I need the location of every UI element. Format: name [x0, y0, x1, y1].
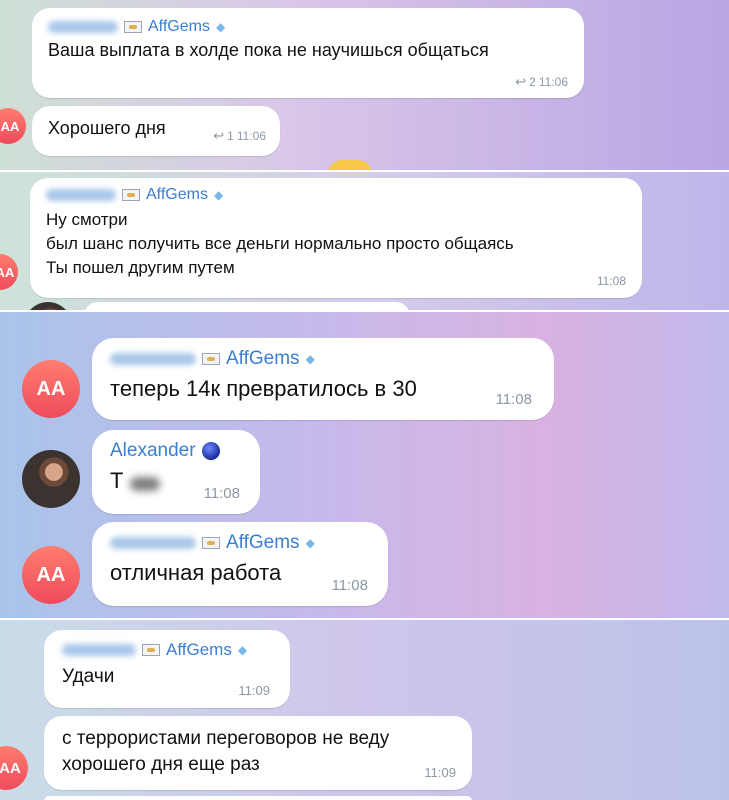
message-sender[interactable]: AffGems ◆: [46, 186, 626, 204]
message-time: 11:06: [538, 75, 568, 89]
flag-icon: [122, 189, 140, 201]
message-sender[interactable]: AffGems ◆: [48, 18, 568, 36]
message-meta: 11:08: [597, 274, 626, 288]
message-bubble[interactable]: AffGems ◆ отличная работа 11:08: [92, 522, 388, 606]
channel-tag: AffGems: [226, 532, 300, 553]
message-sender[interactable]: AffGems ◆: [110, 348, 536, 370]
sender-name-blurred: [46, 189, 116, 201]
avatar[interactable]: AA: [0, 254, 18, 290]
reply-icon: ↩: [515, 74, 527, 89]
diamond-icon: ◆: [305, 352, 315, 366]
flag-icon: [124, 21, 142, 33]
channel-tag: AffGems: [146, 186, 208, 203]
chat-screenshot-2: AA AffGems ◆ Ну смотри был шанс получить…: [0, 172, 729, 312]
message-sender[interactable]: AffGems ◆: [62, 640, 272, 660]
flag-icon: [202, 537, 220, 549]
message-meta: 11:08: [204, 485, 240, 502]
diamond-icon: ◆: [213, 188, 224, 202]
sender-name-blurred: [110, 537, 196, 549]
message-bubble-partial: [44, 796, 472, 800]
message-time: 11:09: [238, 683, 270, 698]
channel-tag: AffGems: [148, 18, 210, 35]
reply-icon: ↩: [213, 128, 225, 143]
message-sender[interactable]: AffGems ◆: [110, 532, 370, 554]
diamond-icon: ◆: [305, 536, 315, 550]
message-bubble[interactable]: с террористами переговоров не веду хорош…: [44, 716, 472, 790]
sender-name-blurred: [62, 644, 136, 656]
message-meta: ↩ 1 11:06: [213, 128, 266, 144]
message-text: Хорошего дня: [48, 118, 166, 138]
avatar[interactable]: AA: [0, 746, 28, 790]
sender-name-blurred: [48, 21, 118, 33]
message-text: Ваша выплата в холде пока не научишься о…: [48, 40, 489, 60]
reply-count: 1: [227, 129, 234, 143]
diamond-icon: ◆: [237, 643, 248, 657]
avatar[interactable]: AA: [22, 360, 80, 418]
message-time: 11:08: [331, 577, 368, 594]
message-meta: 11:09: [424, 765, 456, 780]
message-meta: 11:08: [496, 391, 532, 408]
message-text: Т: [110, 468, 124, 493]
reply-count: 2: [529, 75, 536, 89]
emoji-reaction-partial: [328, 160, 372, 170]
chat-screenshot-3: AA AffGems ◆ теперь 14к превратилось в 3…: [0, 312, 729, 618]
message-time: 11:08: [596, 274, 626, 288]
message-bubble[interactable]: AffGems ◆ теперь 14к превратилось в 30 1…: [92, 338, 554, 420]
channel-tag: AffGems: [226, 348, 300, 369]
message-time: 11:06: [236, 129, 266, 143]
message-bubble[interactable]: Alexander Т 11:08: [92, 430, 260, 514]
avatar[interactable]: AA: [0, 108, 26, 144]
message-meta: 11:09: [238, 683, 270, 698]
flag-icon: [202, 353, 220, 365]
chat-screenshot-1: AffGems ◆ Ваша выплата в холде пока не н…: [0, 0, 729, 170]
channel-tag: AffGems: [166, 640, 232, 659]
message-meta: ↩ 2 11:06: [515, 74, 568, 90]
user-photo[interactable]: [22, 450, 80, 508]
sender-name-blurred: [110, 353, 196, 365]
chat-screenshot-4: AffGems ◆ Удачи 11:09 AA с террористами …: [0, 620, 729, 800]
message-bubble[interactable]: AffGems ◆ Ну смотри был шанс получить вс…: [30, 178, 642, 298]
message-text: теперь 14к превратилось в 30: [110, 376, 417, 401]
diamond-icon: ◆: [215, 20, 226, 34]
flag-icon: [142, 644, 160, 656]
message-meta: 11:08: [332, 577, 368, 594]
sender-name: Alexander: [110, 440, 196, 461]
blurred-text: [129, 476, 160, 491]
avatar[interactable]: AA: [22, 546, 80, 604]
message-time: 11:09: [424, 765, 456, 780]
message-text: Ну смотри был шанс получить все деньги н…: [46, 210, 514, 277]
message-bubble[interactable]: AffGems ◆ Ваша выплата в холде пока не н…: [32, 8, 584, 98]
message-time: 11:08: [203, 485, 240, 502]
message-bubble[interactable]: Хорошего дня ↩ 1 11:06: [32, 106, 280, 156]
message-text: отличная работа: [110, 560, 282, 585]
message-sender[interactable]: Alexander: [110, 440, 242, 462]
message-text: Удачи: [62, 666, 115, 687]
message-text: с террористами переговоров не веду хорош…: [62, 728, 390, 775]
gem-icon: [201, 442, 220, 460]
message-time: 11:08: [495, 391, 532, 408]
message-bubble[interactable]: AffGems ◆ Удачи 11:09: [44, 630, 290, 708]
